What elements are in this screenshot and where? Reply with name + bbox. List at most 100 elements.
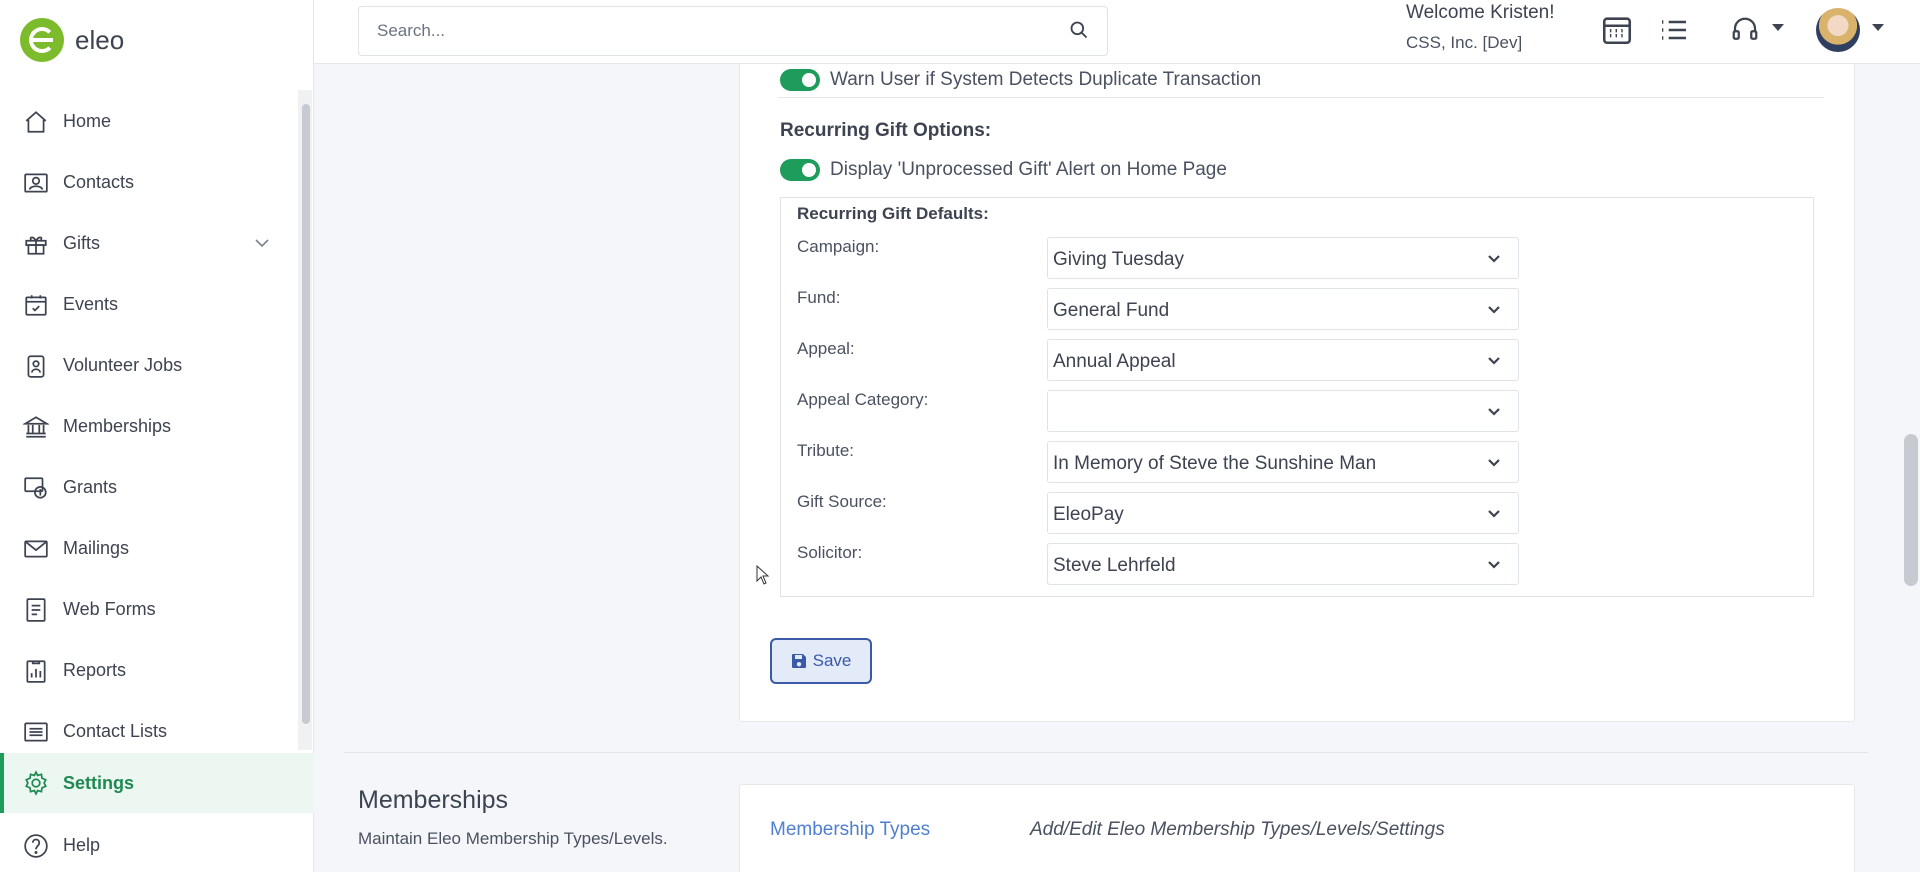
- calendar-check-icon: [22, 291, 50, 319]
- tribute-select[interactable]: In Memory of Steve the Sunshine Man: [1047, 441, 1519, 483]
- memberships-section-description: Maintain Eleo Membership Types/Levels.: [358, 829, 668, 848]
- appeal-category-row: Appeal Category:: [797, 390, 1519, 432]
- search-icon[interactable]: [1069, 20, 1091, 42]
- memberships-section-title: Memberships: [358, 786, 509, 814]
- gift-source-select[interactable]: EleoPay: [1047, 492, 1519, 534]
- sidebar-item-mailings[interactable]: Mailings: [0, 518, 300, 579]
- sidebar-item-web-forms[interactable]: Web Forms: [0, 579, 300, 640]
- avatar[interactable]: [1816, 8, 1860, 52]
- sidebar-item-volunteer-jobs[interactable]: Volunteer Jobs: [0, 335, 300, 396]
- home-icon: [22, 108, 50, 136]
- chevron-down-icon: [1486, 302, 1502, 323]
- chevron-down-icon: [1486, 251, 1502, 272]
- solicitor-row: Solicitor: Steve Lehrfeld: [797, 543, 1519, 585]
- chevron-down-icon[interactable]: [254, 235, 270, 256]
- sidebar-item-label: Contact Lists: [63, 721, 168, 741]
- sidebar-item-label: Grants: [63, 477, 118, 497]
- form-icon: [22, 596, 50, 624]
- recurring-gift-defaults-title: Recurring Gift Defaults:: [797, 204, 989, 223]
- appeal-select[interactable]: Annual Appeal: [1047, 339, 1519, 381]
- sidebar-item-settings[interactable]: Settings: [0, 753, 314, 813]
- report-icon: [22, 657, 50, 685]
- sidebar-scrollbar-thumb[interactable]: [302, 104, 310, 724]
- appeal-value: Annual Appeal: [1053, 351, 1176, 372]
- unprocessed-alert-toggle[interactable]: [780, 159, 820, 181]
- top-header: Welcome Kristen! CSS, Inc. [Dev]: [314, 0, 1920, 64]
- fund-label: Fund:: [797, 288, 841, 307]
- sidebar: eleo Home Contacts Gifts Events Voluntee…: [0, 0, 314, 872]
- sidebar-item-label: Help: [63, 835, 101, 855]
- sidebar-item-events[interactable]: Events: [0, 274, 300, 335]
- fund-row: Fund: General Fund: [797, 288, 1519, 330]
- gift-source-label: Gift Source:: [797, 492, 887, 511]
- unprocessed-alert-row: Display 'Unprocessed Gift' Alert on Home…: [780, 159, 1227, 181]
- chevron-down-icon: [1486, 506, 1502, 527]
- recurring-gift-defaults: Recurring Gift Defaults: Campaign: Givin…: [780, 197, 1814, 597]
- search-input[interactable]: [359, 7, 1059, 55]
- headset-icon[interactable]: [1730, 10, 1760, 50]
- campaign-select[interactable]: Giving Tuesday: [1047, 237, 1519, 279]
- sidebar-item-help[interactable]: Help: [0, 815, 300, 872]
- sidebar-item-contacts[interactable]: Contacts: [0, 152, 300, 213]
- appeal-row: Appeal: Annual Appeal: [797, 339, 1519, 381]
- fund-value: General Fund: [1053, 300, 1170, 321]
- solicitor-value: Steve Lehrfeld: [1053, 555, 1176, 576]
- sidebar-item-label: Reports: [63, 660, 127, 680]
- gift-source-row: Gift Source: EleoPay: [797, 492, 1519, 534]
- gift-icon: [22, 230, 50, 258]
- contacts-icon: [22, 169, 50, 197]
- chevron-down-icon: [1486, 353, 1502, 374]
- campaign-row: Campaign: Giving Tuesday: [797, 237, 1519, 279]
- welcome-text: Welcome Kristen!: [1406, 2, 1555, 23]
- badge-icon: [22, 352, 50, 380]
- list-icon: [22, 718, 50, 746]
- membership-types-description: Add/Edit Eleo Membership Types/Levels/Se…: [1030, 819, 1445, 840]
- gift-settings-card: Warn User if System Detects Duplicate Tr…: [739, 64, 1855, 722]
- org-name: CSS, Inc. [Dev]: [1406, 33, 1523, 52]
- profile-dropdown-caret-icon[interactable]: [1872, 22, 1884, 32]
- duplicate-warning-row: Warn User if System Detects Duplicate Tr…: [780, 69, 1261, 91]
- gift-source-value: EleoPay: [1053, 504, 1124, 525]
- tribute-row: Tribute: In Memory of Steve the Sunshine…: [797, 441, 1519, 483]
- solicitor-label: Solicitor:: [797, 543, 863, 562]
- mail-icon: [22, 535, 50, 563]
- tribute-label: Tribute:: [797, 441, 855, 460]
- logo-text: eleo: [75, 24, 125, 55]
- sidebar-nav: Home Contacts Gifts Events Volunteer Job…: [0, 91, 300, 762]
- membership-types-link[interactable]: Membership Types: [770, 819, 930, 841]
- appeal-category-select[interactable]: [1047, 390, 1519, 432]
- sidebar-item-gifts[interactable]: Gifts: [0, 213, 300, 274]
- bank-icon: [22, 413, 50, 441]
- help-icon: [22, 832, 50, 860]
- solicitor-select[interactable]: Steve Lehrfeld: [1047, 543, 1519, 585]
- sidebar-item-reports[interactable]: Reports: [0, 640, 300, 701]
- sidebar-item-grants[interactable]: Grants: [0, 457, 300, 518]
- campaign-label: Campaign:: [797, 237, 880, 256]
- search-box: [358, 6, 1108, 56]
- main-scrollbar-thumb[interactable]: [1904, 434, 1918, 586]
- chevron-down-icon: [1486, 455, 1502, 476]
- memberships-card: Membership Types Add/Edit Eleo Membershi…: [739, 784, 1855, 872]
- sidebar-item-home[interactable]: Home: [0, 91, 300, 152]
- task-list-icon[interactable]: [1658, 10, 1690, 50]
- chevron-down-icon: [1486, 404, 1502, 425]
- sidebar-item-label: Home: [63, 111, 112, 131]
- appeal-label: Appeal:: [797, 339, 855, 358]
- support-dropdown-caret-icon[interactable]: [1772, 22, 1784, 32]
- calendar-icon[interactable]: [1600, 10, 1634, 50]
- sidebar-item-memberships[interactable]: Memberships: [0, 396, 300, 457]
- recurring-gift-options-title: Recurring Gift Options:: [780, 120, 992, 141]
- unprocessed-alert-label: Display 'Unprocessed Gift' Alert on Home…: [830, 159, 1227, 180]
- save-button[interactable]: Save: [770, 638, 872, 684]
- sidebar-item-label: Contacts: [63, 172, 135, 192]
- save-label: Save: [812, 651, 852, 670]
- eleo-logo-icon: [20, 18, 64, 62]
- fund-select[interactable]: General Fund: [1047, 288, 1519, 330]
- logo[interactable]: eleo: [20, 18, 124, 62]
- appeal-category-label: Appeal Category:: [797, 390, 929, 409]
- chevron-down-icon: [1486, 557, 1502, 578]
- floppy-disk-icon: [791, 653, 807, 669]
- sidebar-item-label: Volunteer Jobs: [63, 355, 183, 375]
- duplicate-warning-toggle[interactable]: [780, 69, 820, 91]
- sidebar-item-label: Events: [63, 294, 119, 314]
